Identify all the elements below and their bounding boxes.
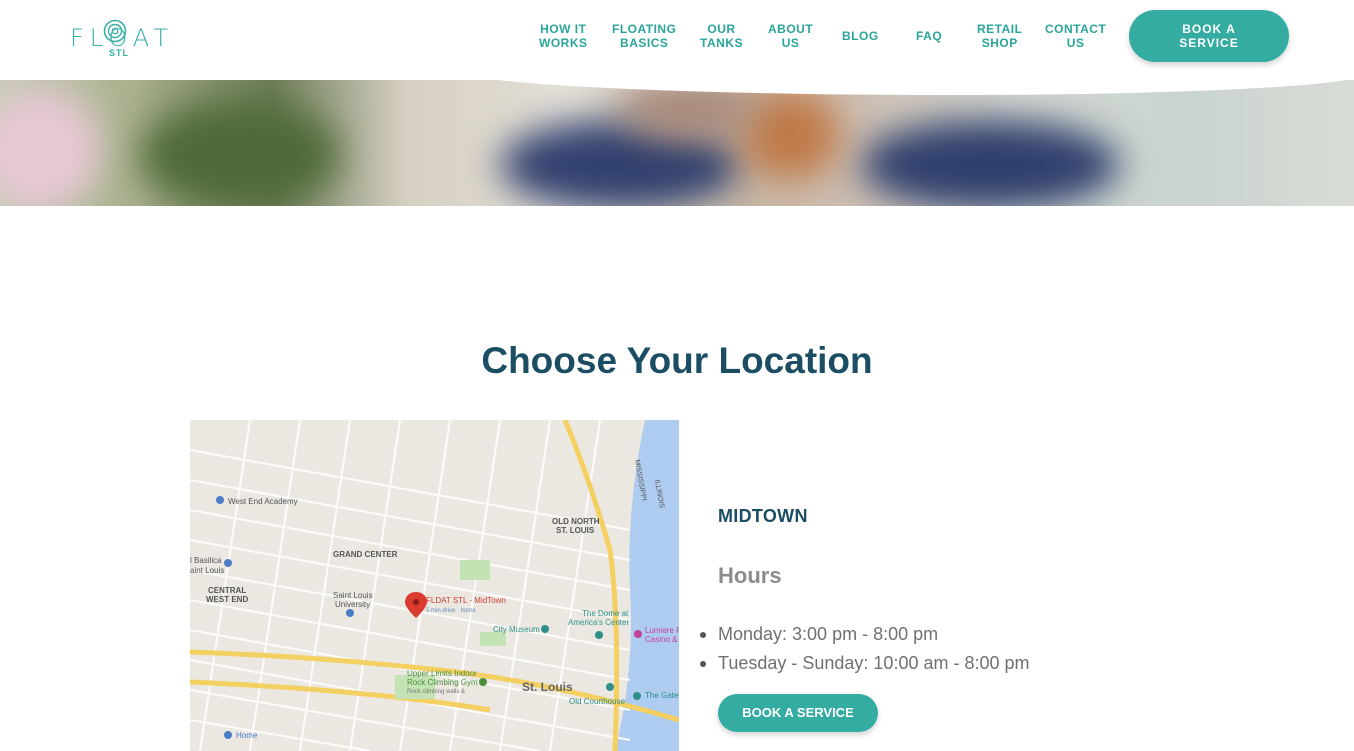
map-pin-subtitle: 5 min drive · home: [426, 608, 476, 614]
map-label: City Museum: [493, 625, 540, 634]
hero-top-curve: [460, 80, 1354, 95]
map-label: St. Louis: [522, 680, 573, 694]
map-label: OLD NORTH: [552, 517, 600, 526]
main-navigation: HOW IT WORKS FLOATING BASICS OUR TANKS A…: [0, 0, 1354, 80]
map-label: West End Academy: [228, 497, 298, 506]
map-label: Upper Limits Indoor: [407, 669, 477, 678]
map-label: Saint Louis: [333, 591, 373, 600]
hours-heading: Hours: [718, 563, 782, 588]
map-label: America's Center: [568, 618, 629, 627]
map-label: Home: [236, 731, 258, 740]
map-label: Rock climbing walls &: [407, 689, 465, 695]
page-title: Choose Your Location: [481, 340, 873, 381]
map-label: University: [335, 600, 370, 609]
map-label: aint Louis: [190, 566, 224, 575]
map-graphic: West End Academy l Basilica aint Louis C…: [190, 420, 679, 751]
map-label: Casino &: [645, 635, 678, 644]
park-area: [460, 560, 490, 580]
hero-flower-blur: [0, 90, 100, 206]
courthouse-marker-icon[interactable]: [606, 683, 614, 691]
church-marker-icon[interactable]: [224, 559, 232, 567]
hours-list: Monday: 3:00 pm - 8:00 pm Tuesday - Sund…: [700, 620, 1030, 678]
map-label: Rock Climbing Gym: [407, 678, 478, 687]
park-area: [480, 632, 506, 646]
location-map[interactable]: West End Academy l Basilica aint Louis C…: [190, 420, 679, 751]
map-label: The Dome at: [582, 609, 629, 618]
map-label: Lumiere Pl: [645, 626, 679, 635]
gym-marker-icon[interactable]: [479, 678, 487, 686]
map-label: ST. LOUIS: [556, 526, 595, 535]
location-name: MIDTOWN: [718, 506, 808, 526]
hero-plant-blur: [140, 100, 340, 206]
map-label: CENTRAL: [208, 586, 246, 595]
map-label: The Gatev: [645, 691, 679, 700]
home-marker-icon[interactable]: [224, 731, 232, 739]
nav-blog[interactable]: BLOG: [842, 29, 879, 43]
gateway-marker-icon[interactable]: [633, 692, 641, 700]
site-header: FLOAT STL HOW IT WORKS FLOATING BASICS O…: [0, 0, 1354, 80]
nav-our-tanks[interactable]: OUR TANKS: [700, 22, 743, 50]
hours-item-monday: Monday: 3:00 pm - 8:00 pm: [700, 620, 1030, 649]
dome-marker-icon[interactable]: [595, 631, 603, 639]
map-label: GRAND CENTER: [333, 550, 398, 559]
nav-contact-us[interactable]: CONTACT US: [1045, 22, 1106, 50]
casino-marker-icon[interactable]: [634, 630, 642, 638]
map-label: WEST END: [206, 595, 248, 604]
nav-about-us[interactable]: ABOUT US: [768, 22, 813, 50]
university-marker-icon[interactable]: [346, 609, 354, 617]
nav-how-it-works[interactable]: HOW IT WORKS: [539, 22, 588, 50]
book-a-service-header-button[interactable]: BOOK A SERVICE: [1129, 10, 1289, 62]
map-label: Old Courthouse: [569, 697, 626, 706]
map-label: l Basilica: [190, 556, 222, 565]
nav-floating-basics[interactable]: FLOATING BASICS: [612, 22, 676, 50]
map-pin-title: FLDAT STL - MidTown: [426, 596, 506, 605]
museum-marker-icon[interactable]: [541, 625, 549, 633]
book-a-service-location-button[interactable]: BOOK A SERVICE: [718, 694, 878, 732]
hero-cushion-right-blur: [860, 120, 1120, 206]
hero-banner-image: [0, 80, 1354, 206]
school-marker-icon[interactable]: [216, 496, 224, 504]
hours-item-tuesday-sunday: Tuesday - Sunday: 10:00 am - 8:00 pm: [700, 649, 1030, 678]
nav-retail-shop[interactable]: RETAIL SHOP: [977, 22, 1022, 50]
nav-faq[interactable]: FAQ: [916, 29, 942, 43]
